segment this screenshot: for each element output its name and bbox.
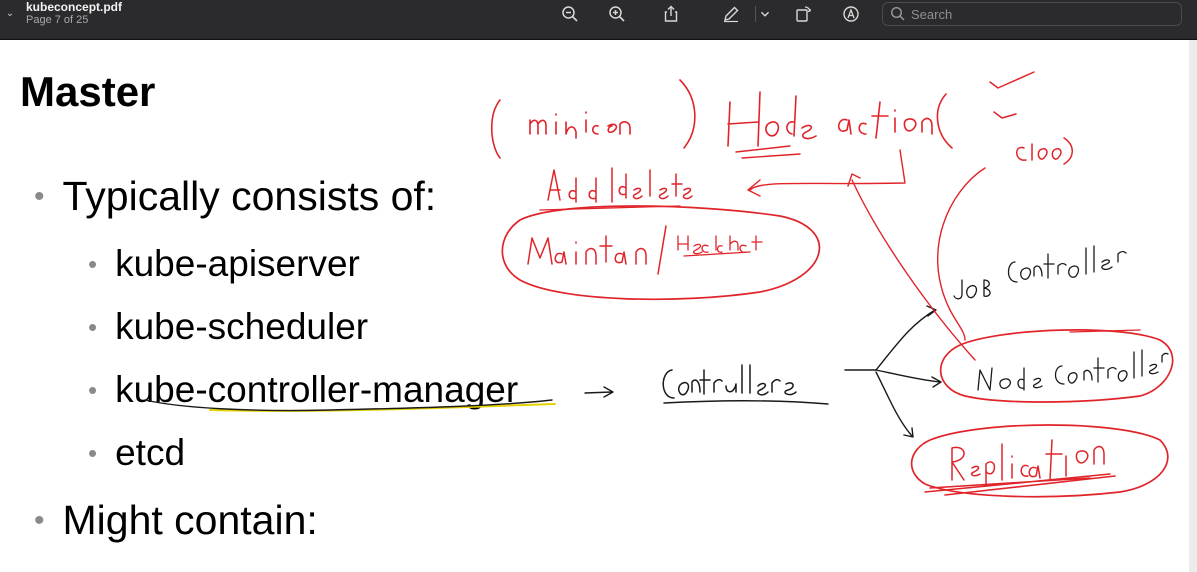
bullet-dot: • (88, 437, 98, 468)
bullet-item: • kube-controller-manager (88, 369, 518, 411)
rotate-icon (796, 6, 811, 22)
handwriting-cloud (1016, 137, 1073, 165)
page-indicator: Page 7 of 25 (26, 14, 89, 26)
underline-stroke (663, 400, 829, 405)
bullet-dot: • (34, 179, 45, 213)
slide-title: Master (20, 68, 156, 115)
bullet-dot: • (34, 503, 45, 537)
ellipse-maintain (501, 205, 821, 301)
bullet-text: Typically consists of: (62, 173, 437, 219)
ellipse-node-controller (939, 329, 1174, 403)
replication-underline (924, 473, 1116, 496)
search-box[interactable] (882, 2, 1182, 26)
scrollbar[interactable] (1189, 40, 1197, 572)
bullet-dot: • (88, 248, 98, 279)
bullet-text: kube-controller-manager (115, 369, 519, 410)
search-icon (890, 6, 905, 21)
add-delete-underline (539, 205, 681, 211)
line-cloud-to-node (936, 167, 986, 341)
handwriting-minion (490, 79, 696, 159)
arrow-to-node-action (747, 149, 906, 197)
chevron-down-icon[interactable]: ⌄ (4, 8, 16, 20)
document-title[interactable]: kubeconcept.pdf (26, 0, 122, 14)
bullet-item: • Might contain: (34, 497, 318, 544)
markup-circle-icon (843, 6, 859, 22)
bullet-dot: • (88, 311, 98, 342)
bullet-item: • etcd (88, 432, 185, 474)
zoom-in-button[interactable] (606, 3, 628, 25)
rotate-button[interactable] (792, 3, 814, 25)
bullet-text: kube-apiserver (115, 243, 360, 284)
bullet-item: • kube-apiserver (88, 243, 360, 285)
pdf-page: Master • Typically consists of: • kube-a… (0, 40, 1189, 572)
branch-stroke (844, 305, 937, 371)
node-underline (735, 145, 801, 159)
line-to-node-controller (847, 173, 976, 361)
bullet-text: etcd (115, 432, 186, 473)
bullet-text: kube-scheduler (115, 306, 369, 347)
zoom-out-button[interactable] (559, 3, 581, 25)
handwriting-node-controller (977, 349, 1169, 391)
share-icon (664, 5, 678, 22)
arrow-stroke (584, 386, 614, 398)
branch-stroke (875, 369, 942, 388)
markup-menu-button[interactable] (757, 3, 773, 25)
share-button[interactable] (660, 3, 682, 25)
bullet-dot: • (88, 374, 98, 405)
pen-icon (724, 6, 739, 23)
toolbar-separator (755, 6, 756, 22)
handwriting-replication (951, 439, 1105, 487)
ellipse-replication (910, 424, 1169, 498)
bullet-item: • kube-scheduler (88, 306, 368, 348)
zoom-in-icon (609, 6, 625, 22)
handwriting-job-controller (953, 245, 1127, 300)
handwriting-maintain (527, 225, 667, 275)
accessibility-button[interactable] (840, 3, 862, 25)
branch-stroke (875, 371, 914, 438)
handwriting-add-delete (547, 167, 693, 203)
handwriting-node-action (727, 91, 953, 149)
chevron-down-icon (760, 11, 770, 17)
toolbar: ⌄ kubeconcept.pdf Page 7 of 25 (0, 0, 1197, 40)
bullet-text: Might contain: (62, 497, 318, 543)
markup-pen-button[interactable] (720, 3, 742, 25)
handwriting-healthcheck (677, 235, 763, 257)
search-input[interactable] (911, 5, 1171, 23)
node-controller-overline (1069, 329, 1141, 333)
checkmarks (989, 71, 1035, 119)
bullet-item: • Typically consists of: (34, 173, 436, 220)
zoom-out-icon (562, 6, 578, 22)
handwriting-controllers (662, 364, 797, 399)
